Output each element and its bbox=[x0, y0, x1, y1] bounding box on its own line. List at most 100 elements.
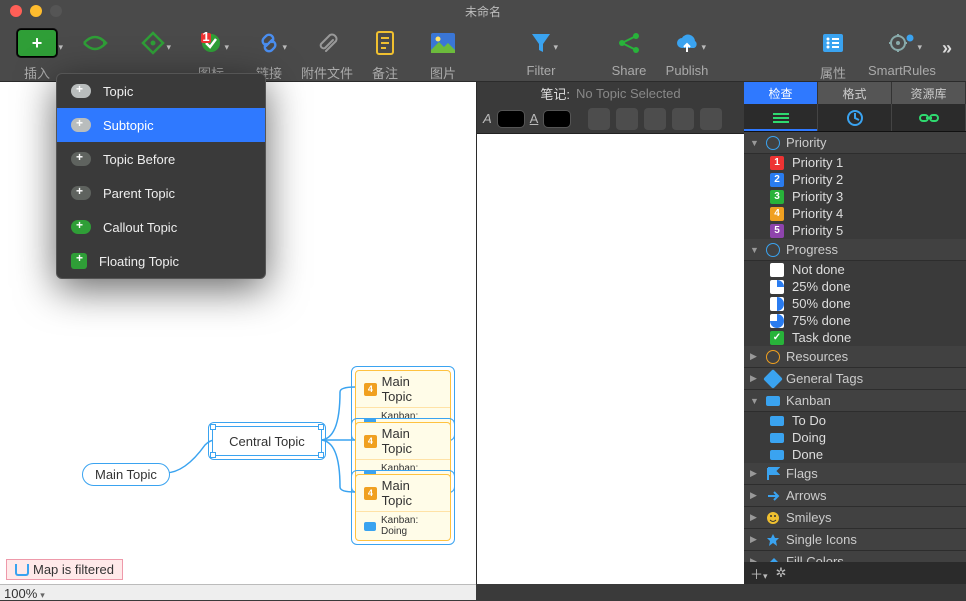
inspector-pane: 检查 格式 资源库 ▼Priority 1Priority 1 2Priorit… bbox=[744, 82, 966, 584]
notes-icon bbox=[374, 30, 396, 56]
priority-icon bbox=[766, 136, 780, 150]
cloud-upload-icon bbox=[674, 32, 700, 54]
node-right-2[interactable]: 4Main Topic Kanban: Doing bbox=[355, 474, 451, 541]
toolbar-properties[interactable]: 属性 bbox=[804, 26, 862, 82]
insert-icon bbox=[17, 29, 57, 57]
section-flags[interactable]: ▶Flags bbox=[744, 463, 966, 485]
list-button[interactable] bbox=[672, 108, 694, 130]
chevron-down-icon[interactable]: ▾ bbox=[58, 42, 63, 53]
toolbar-attach[interactable]: 附件文件 bbox=[298, 26, 356, 82]
menu-callout[interactable]: Callout Topic bbox=[57, 210, 265, 244]
inspector-tab-inspect[interactable]: 检查 bbox=[744, 82, 818, 104]
marker-kanban-doing[interactable]: Doing bbox=[744, 429, 966, 446]
markers-icon bbox=[771, 111, 791, 125]
link-icon bbox=[257, 31, 281, 55]
marker-not-done[interactable]: Not done bbox=[744, 261, 966, 278]
section-kanban[interactable]: ▼Kanban bbox=[744, 390, 966, 412]
priority-4-icon: 4 bbox=[364, 383, 377, 396]
table-button[interactable] bbox=[700, 108, 722, 130]
section-single-icons[interactable]: ▶Single Icons bbox=[744, 529, 966, 551]
smiley-icon bbox=[766, 511, 780, 525]
toolbar-boundary[interactable]: ▾ bbox=[124, 26, 182, 63]
inspector-subtab-markers[interactable] bbox=[744, 104, 818, 131]
add-marker-button[interactable]: ＋▾ bbox=[750, 564, 768, 583]
toolbar-overflow[interactable]: » bbox=[942, 26, 958, 59]
chevron-down-icon[interactable]: ▾ bbox=[224, 42, 229, 53]
toolbar-image[interactable]: 图片 bbox=[414, 26, 472, 82]
highlight-icon[interactable]: A bbox=[530, 111, 539, 126]
marker-kanban-done[interactable]: Done bbox=[744, 446, 966, 463]
resources-icon bbox=[766, 350, 780, 364]
menu-subtopic[interactable]: Subtopic bbox=[57, 108, 265, 142]
menu-topic[interactable]: Topic bbox=[57, 74, 265, 108]
indent-button[interactable] bbox=[616, 108, 638, 130]
marker-priority-3[interactable]: 3Priority 3 bbox=[744, 188, 966, 205]
zoom-status[interactable]: 100% bbox=[0, 584, 476, 600]
marker-priority-5[interactable]: 5Priority 5 bbox=[744, 222, 966, 239]
section-resources[interactable]: ▶Resources bbox=[744, 346, 966, 368]
section-progress[interactable]: ▼Progress bbox=[744, 239, 966, 261]
smartrules-icon bbox=[888, 32, 916, 54]
toolbar-publish[interactable]: ▾ Publish bbox=[658, 26, 716, 78]
node-central[interactable]: Central Topic bbox=[212, 426, 322, 456]
section-fill-colors[interactable]: ▶Fill Colors bbox=[744, 551, 966, 562]
chevron-down-icon[interactable]: ▾ bbox=[166, 42, 171, 53]
boundary-icon bbox=[141, 31, 165, 55]
toolbar-filter[interactable]: ▾ Filter bbox=[512, 26, 570, 78]
node-left-main[interactable]: Main Topic bbox=[82, 463, 170, 486]
tags-icon bbox=[763, 369, 783, 389]
inspector-tab-format[interactable]: 格式 bbox=[818, 82, 892, 104]
section-smileys[interactable]: ▶Smileys bbox=[744, 507, 966, 529]
menu-topic-before[interactable]: Topic Before bbox=[57, 142, 265, 176]
titlebar: 未命名 bbox=[0, 0, 966, 22]
chevron-down-icon[interactable]: ▾ bbox=[917, 42, 922, 53]
progress-section-icon bbox=[766, 243, 780, 257]
priority-4-icon: 4 bbox=[364, 435, 377, 448]
inspector-subtab-links[interactable] bbox=[892, 104, 966, 131]
toolbar-notes[interactable]: 备注 bbox=[356, 26, 414, 82]
window-title: 未命名 bbox=[465, 3, 501, 20]
toolbar-insert-label: 插入 bbox=[24, 63, 50, 82]
floating-icon bbox=[71, 253, 87, 269]
section-arrows[interactable]: ▶Arrows bbox=[744, 485, 966, 507]
section-tags[interactable]: ▶General Tags bbox=[744, 368, 966, 390]
marker-priority-2[interactable]: 2Priority 2 bbox=[744, 171, 966, 188]
chevron-down-icon[interactable]: ▾ bbox=[553, 42, 558, 53]
arrow-icon bbox=[766, 489, 780, 503]
font-color-icon[interactable]: A bbox=[483, 111, 492, 126]
align-button[interactable] bbox=[588, 108, 610, 130]
window-zoom-button[interactable] bbox=[50, 5, 62, 17]
chevron-down-icon[interactable]: ▾ bbox=[701, 42, 706, 53]
window-minimize-button[interactable] bbox=[30, 5, 42, 17]
link-small-icon bbox=[919, 111, 939, 125]
marker-50[interactable]: 50% done bbox=[744, 295, 966, 312]
marker-priority-4[interactable]: 4Priority 4 bbox=[744, 205, 966, 222]
marker-priority-1[interactable]: 1Priority 1 bbox=[744, 154, 966, 171]
toolbar-smartrules[interactable]: ▾ SmartRules bbox=[862, 26, 942, 78]
marker-kanban-todo[interactable]: To Do bbox=[744, 412, 966, 429]
paperclip-icon bbox=[316, 31, 338, 55]
menu-parent-topic[interactable]: Parent Topic bbox=[57, 176, 265, 210]
topic-icon bbox=[71, 84, 91, 98]
parent-topic-icon bbox=[71, 186, 91, 200]
priority-4-icon: 4 bbox=[364, 487, 377, 500]
marker-25[interactable]: 25% done bbox=[744, 278, 966, 295]
marker-done[interactable]: ✓Task done bbox=[744, 329, 966, 346]
window-close-button[interactable] bbox=[10, 5, 22, 17]
toolbar-relationship[interactable] bbox=[66, 26, 124, 63]
flag-icon bbox=[766, 467, 780, 481]
inspector-subtab-progress[interactable] bbox=[818, 104, 892, 131]
filter-badge[interactable]: Map is filtered bbox=[6, 559, 123, 580]
marker-75[interactable]: 75% done bbox=[744, 312, 966, 329]
toolbar-share[interactable]: Share bbox=[600, 26, 658, 78]
outdent-button[interactable] bbox=[644, 108, 666, 130]
notes-body[interactable] bbox=[477, 134, 744, 584]
callout-icon bbox=[71, 220, 91, 234]
svg-text:1: 1 bbox=[202, 31, 209, 44]
section-priority[interactable]: ▼Priority bbox=[744, 132, 966, 154]
inspector-tab-library[interactable]: 资源库 bbox=[892, 82, 966, 104]
gear-icon[interactable]: ✲ bbox=[776, 565, 787, 581]
chevron-down-icon[interactable]: ▾ bbox=[282, 42, 287, 53]
fill-icon bbox=[766, 555, 780, 563]
menu-floating[interactable]: Floating Topic bbox=[57, 244, 265, 278]
